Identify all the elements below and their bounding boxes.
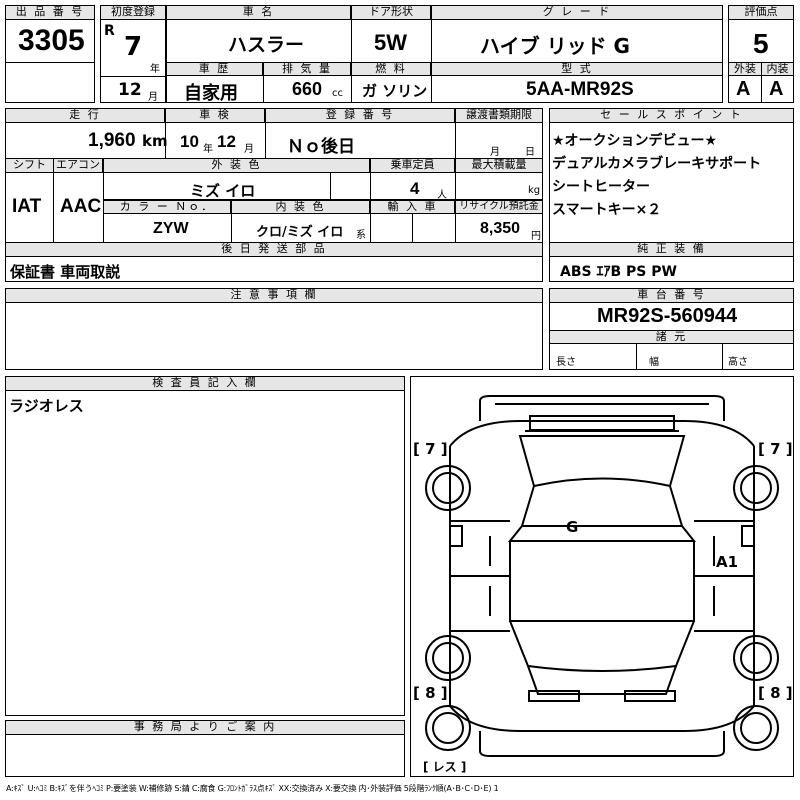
specs-header: 諸 元 [549,330,794,344]
mark-rear-left: [ 8 ] [413,684,448,702]
genuine-equipment: ABS ｴｱB PS PW [560,264,677,280]
first-reg-divider [100,76,166,77]
car-name-header: 車 名 [166,5,351,20]
color-no-header: カ ラ ー Ｎｏ． [103,200,231,214]
ext-color: ミズ イロ [190,182,256,200]
registration: Ｎｏ後日 [287,137,355,157]
int-color-suffix: 系 [356,230,366,241]
model: 5AA-MR92S [526,79,634,100]
mileage-unit: km [142,132,168,150]
door-header: ドア形状 [351,5,431,20]
inspection-year: 10 [180,132,199,151]
max-load-unit: kg [528,185,541,196]
notes-header: 注 意 事 項 欄 [5,288,543,303]
recycle: 8,350 [480,220,521,237]
history: 自家用 [184,83,238,104]
history-header: 車 歴 [166,62,263,76]
ext-color-header: 外 装 色 [103,158,370,173]
inspection-month-unit: 月 [244,144,254,155]
mark-glass: G [566,518,579,536]
score-header: 評価点 [728,5,794,20]
ext-color-inner [330,173,331,199]
inspector-box [5,376,405,716]
reg-month-unit: 月 [148,92,158,103]
inspector-header: 検 査 員 記 入 欄 [5,376,405,391]
transfer-month: 月 [490,147,500,158]
shift-divider [53,158,54,242]
office-header: 事 務 局 よ り ご 案 内 [5,720,405,735]
int-color-header: 内 装 色 [231,200,370,214]
selling-points-header: セ ー ル ス ポ イ ン ト [549,108,794,123]
length-label: 長さ [556,357,576,368]
reg-year: 7 [124,32,143,62]
import-header: 輸 入 車 [370,200,455,214]
car-diagram [425,395,779,757]
displacement-header: 排 気 量 [263,62,351,76]
aircon: AAC [60,196,102,217]
registration-header: 登 録 番 号 [265,108,455,123]
mark-rear-right: [ 8 ] [758,684,793,702]
genuine-equipment-header: 純 正 装 備 [549,242,794,257]
displacement-unit: cc [332,88,343,99]
interior-header: 内装 [761,62,794,76]
specs-divider-2 [722,344,723,370]
capacity-header: 乗車定員 [370,158,455,173]
aircon-header: エアコン [53,158,103,173]
specs-divider-1 [636,344,637,370]
score: 5 [753,28,769,59]
recycle-unit: 円 [531,231,541,242]
lot-divider [5,62,95,63]
max-load-header: 最大積載量 [455,158,543,173]
inspection-header: 車 検 [165,108,265,123]
model-header: 型 式 [431,62,723,76]
height-label: 高さ [728,357,748,368]
mileage: 1,960 [88,130,136,151]
fuel-header: 燃 料 [351,62,431,76]
displacement: 660 [292,79,323,99]
inspection-month: 12 [217,132,236,151]
mark-front-right: [ 7 ] [758,440,793,458]
grade: ハイブ リッド G [480,34,630,58]
mark-front-left: [ 7 ] [413,440,448,458]
interior-score: A [769,78,784,100]
fuel: ガ ソリン [362,82,428,100]
car-name: ハスラー [228,34,305,56]
inspection-year-unit: 年 [203,144,213,155]
later-parts: 保証書 車両取説 [10,263,121,281]
mark-radio: [ レス ] [423,760,467,774]
selling-point: シートヒーター [552,179,650,195]
exterior-header: 外装 [728,62,762,76]
int-color: クロ/ミズ イロ [256,225,344,240]
reg-year-unit: 年 [150,64,160,75]
color-no: ZYW [153,220,189,237]
import-inner [412,214,413,242]
reg-month: 12 [118,80,142,100]
reg-era: R [104,23,115,39]
inspector-note: ラジオレス [9,397,84,415]
mileage-header: 走 行 [5,108,165,123]
later-parts-header: 後 日 発 送 部 品 [5,242,543,257]
ext-int-divider [761,62,762,103]
exterior-score: A [736,78,751,100]
lot-number-header: 出 品 番 号 [5,5,95,20]
legend: A:ｷｽﾞ U:ﾍｺﾐ B:ｷｽﾞを伴うﾍｺﾐ P:要塗装 W:補修跡 S:錆 … [6,784,499,793]
grade-header: グ レ ー ド [431,5,723,20]
capacity: 4 [410,179,420,198]
width-label: 幅 [649,357,659,368]
transfer-header: 譲渡書類期限 [455,108,543,123]
transfer-day: 日 [525,147,535,158]
recycle-header: リサイクル預託金 [455,200,543,214]
selling-point: スマートキー×２ [552,202,662,218]
lot-number: 3305 [18,24,85,57]
selling-point: ★オークションデビュー★ [552,133,718,149]
chassis-number: MR92S-560944 [597,305,738,327]
door-type: 5W [374,30,407,55]
mark-door: A1 [716,553,739,571]
shift-header: シフト [5,158,54,173]
chassis-header: 車 台 番 号 [549,288,794,303]
first-reg-header: 初度登録 [100,5,166,20]
shift: IAT [12,196,42,217]
selling-point: デュアルカメラブレーキサポート [552,156,762,172]
